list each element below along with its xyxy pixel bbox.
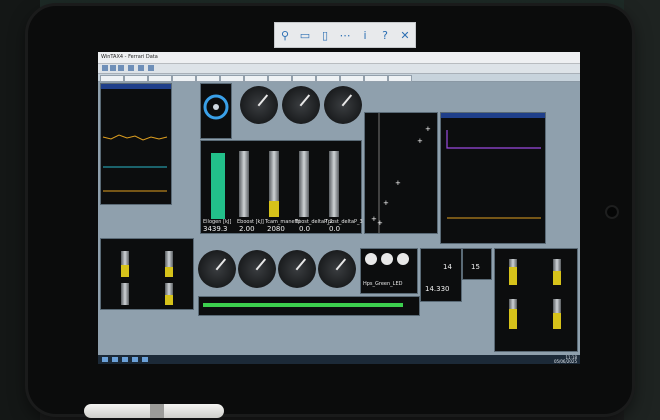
- bar-value-3: 2080: [267, 225, 285, 233]
- led-icons: [365, 253, 409, 265]
- trend-plot: [102, 134, 168, 192]
- svg-text:+: +: [377, 219, 383, 227]
- bar-value-5: 0.0: [329, 225, 341, 233]
- mouse-icon[interactable]: ▯: [318, 29, 332, 42]
- trend-panel-left[interactable]: [100, 83, 172, 205]
- pin-icon[interactable]: ⚲: [278, 29, 292, 42]
- tcam-bar-fill: [269, 201, 279, 217]
- bottom-value: 14.330: [425, 285, 450, 293]
- toolbar-button[interactable]: [102, 65, 108, 71]
- value-1: 14: [443, 263, 452, 271]
- clock-date: 05/06/2025: [553, 359, 577, 364]
- svg-text:+: +: [383, 199, 389, 207]
- value-panel-2: 15: [462, 248, 492, 280]
- trend-plot-right: [446, 130, 541, 219]
- stylus-band: [150, 404, 164, 418]
- start-icon[interactable]: [102, 357, 108, 362]
- toolbar-button[interactable]: [128, 65, 134, 71]
- trend-panel-right[interactable]: [440, 112, 546, 244]
- taskbar-app-icon[interactable]: [132, 357, 138, 362]
- tab[interactable]: [364, 75, 388, 82]
- energy-bar-green: [211, 153, 225, 219]
- gauge-5: [238, 250, 276, 288]
- info-icon[interactable]: i: [358, 29, 372, 42]
- tab[interactable]: [196, 75, 220, 82]
- gauge-1: [240, 86, 278, 124]
- tab[interactable]: [244, 75, 268, 82]
- small-bars-panel: [100, 238, 194, 310]
- app-title-bar: WinTAX4 - Ferrari Data: [98, 52, 580, 64]
- help-icon[interactable]: ?: [378, 29, 392, 42]
- led-panel: Hps_Green_LED: [360, 248, 418, 294]
- tab[interactable]: [340, 75, 364, 82]
- scatter-panel[interactable]: + + + + + +: [364, 112, 438, 234]
- tab[interactable]: [148, 75, 172, 82]
- tpost2-bar: [299, 151, 309, 217]
- right-bars-panel: [494, 248, 578, 352]
- toolbar-button[interactable]: [148, 65, 154, 71]
- tpost3-bar: [329, 151, 339, 217]
- trend-line-purple: [446, 130, 541, 149]
- app-toolbar[interactable]: [98, 64, 580, 74]
- taskbar-app-icon[interactable]: [112, 357, 118, 362]
- more-icon[interactable]: ⋯: [338, 29, 352, 42]
- trend-line-orange: [102, 134, 168, 141]
- progress-strip: [198, 296, 420, 316]
- toolbar-button[interactable]: [138, 65, 144, 71]
- tab[interactable]: [172, 75, 196, 82]
- tab[interactable]: [316, 75, 340, 82]
- keyboard-icon[interactable]: ▭: [298, 29, 312, 42]
- gauge-2: [282, 86, 320, 124]
- camera-icon: [605, 205, 619, 219]
- values-panel: 14 14.330: [420, 248, 462, 302]
- eboost-bar: [239, 151, 249, 217]
- gauge-7: [318, 250, 356, 288]
- svg-text:+: +: [417, 137, 423, 145]
- tab[interactable]: [124, 75, 148, 82]
- taskbar[interactable]: 11:18 05/06/2025: [98, 355, 580, 364]
- gauge-4: [198, 250, 236, 288]
- svg-text:+: +: [395, 179, 401, 187]
- app-title: WinTAX4 - Ferrari Data: [101, 54, 158, 60]
- toolbar-button[interactable]: [118, 65, 124, 71]
- value-2: 15: [471, 263, 480, 271]
- bar-value-4: 0.0: [299, 225, 311, 233]
- progress-fill: [203, 303, 403, 307]
- steering-panel: [200, 83, 232, 139]
- bars-panel: Ellogen [kJ] Eboost [kJ] Tcam_manetti Tp…: [200, 140, 363, 234]
- led-label: Hps_Green_LED: [363, 281, 403, 287]
- taskbar-app-icon[interactable]: [142, 357, 148, 362]
- steering-wheel-icon: [203, 94, 229, 120]
- taskbar-app-icon[interactable]: [122, 357, 128, 362]
- toolbar-button[interactable]: [110, 65, 116, 71]
- gauge-6: [278, 250, 316, 288]
- tab[interactable]: [220, 75, 244, 82]
- taskbar-clock[interactable]: 11:18 05/06/2025: [554, 356, 577, 364]
- tab-strip[interactable]: [98, 74, 580, 82]
- gauge-3: [324, 86, 362, 124]
- tab[interactable]: [292, 75, 316, 82]
- remote-desktop-toolbar[interactable]: ⚲ ▭ ▯ ⋯ i ? ✕: [274, 22, 416, 48]
- remote-screen[interactable]: WinTAX4 - Ferrari Data Ellogen [kJ] Eboo…: [98, 52, 580, 364]
- tab[interactable]: [268, 75, 292, 82]
- scatter-plot: + + + + + +: [371, 113, 431, 233]
- tab[interactable]: [100, 75, 124, 82]
- svg-text:+: +: [425, 125, 431, 133]
- bar-value-1: 3439.3: [203, 225, 228, 233]
- close-icon[interactable]: ✕: [398, 29, 412, 42]
- tab[interactable]: [388, 75, 412, 82]
- bar-value-2: 2.00: [239, 225, 255, 233]
